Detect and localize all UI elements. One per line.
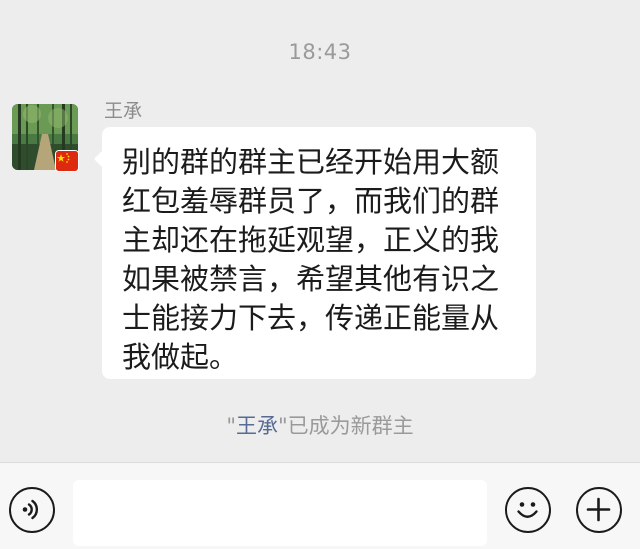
emoji-icon [517,502,538,518]
china-flag-icon [56,151,78,171]
message-line: 我做起。 [122,340,239,374]
sender-name: 王承 [104,100,143,122]
message-line: 如果被禁言，希望其他有识之 [122,262,500,296]
message-input[interactable] [73,480,487,546]
input-bar [0,462,640,549]
emoji-button[interactable] [505,487,551,533]
notice-suffix: "已成为新群主 [278,414,414,438]
plus-button[interactable] [576,487,622,533]
chat-area: 18:43 王承 别的群的群主已经开始用大额 红包羞辱群员了，而我们的群 主却还… [0,0,640,462]
system-notice: "王承"已成为新群主 [0,410,640,440]
message-line: 士能接力下去，传递正能量从 [122,301,500,335]
message-line: 别的群的群主已经开始用大额 [122,145,500,179]
plus-icon [586,497,611,522]
voice-button[interactable] [9,487,55,533]
message-line: 红包羞辱群员了，而我们的群 [122,184,500,218]
message-timestamp: 18:43 [288,40,352,64]
message-line: 主却还在拖延观望，正义的我 [122,223,500,257]
notice-user-link[interactable]: 王承 [236,414,278,438]
notice-prefix: " [226,414,236,438]
voice-icon [22,499,39,520]
